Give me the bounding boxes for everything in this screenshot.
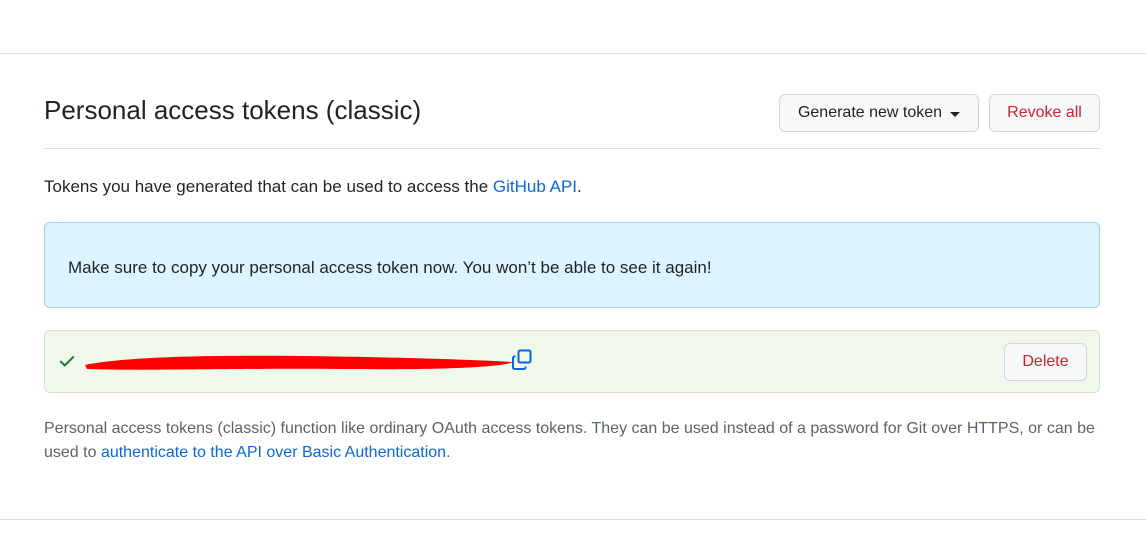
check-icon [59,356,75,367]
delete-token-button[interactable]: Delete [1004,343,1087,381]
flash-message: Make sure to copy your personal access t… [68,258,712,277]
intro-text-body: Tokens you have generated that can be us… [44,177,493,196]
revoke-all-label: Revoke all [1007,104,1082,121]
intro-text-suffix: . [577,177,582,196]
intro-text: Tokens you have generated that can be us… [44,176,582,198]
header-divider [44,148,1100,149]
flash-notice: Make sure to copy your personal access t… [44,222,1100,308]
generate-new-token-button[interactable]: Generate new token [779,94,979,132]
redaction-scribble [85,355,513,370]
footer-note-suffix: . [446,444,451,461]
page-header: Personal access tokens (classic) Generat… [44,92,1100,136]
bottom-divider [0,519,1146,520]
caret-down-icon [950,111,961,117]
page-title: Personal access tokens (classic) [44,95,422,125]
delete-label: Delete [1022,353,1069,370]
copy-icon[interactable] [511,349,533,371]
new-token-row: Delete [44,330,1100,393]
tokens-section: Personal access tokens (classic) Generat… [44,0,1100,535]
generate-new-token-label: Generate new token [797,104,943,121]
header-actions: Generate new token Revoke all [779,94,1100,132]
revoke-all-button[interactable]: Revoke all [989,94,1100,132]
basic-auth-link[interactable]: authenticate to the API over Basic Authe… [101,444,446,461]
footer-note: Personal access tokens (classic) functio… [44,417,1104,465]
github-api-link[interactable]: GitHub API [493,177,577,196]
